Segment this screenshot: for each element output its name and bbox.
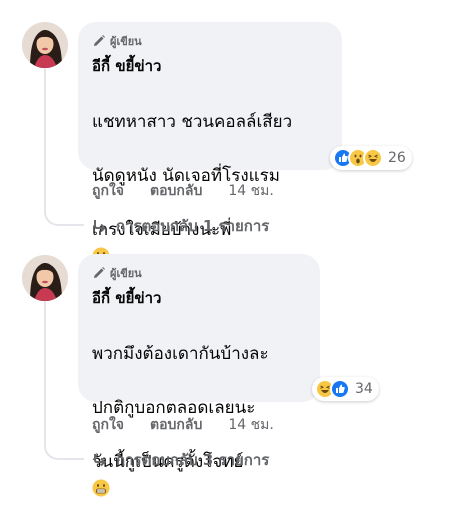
comment-line: พวกมึงต้องเดากันบ้างละ xyxy=(92,344,269,364)
reply-arrow-icon xyxy=(94,220,106,233)
like-button[interactable]: ถูกใจ xyxy=(92,180,124,202)
avatar[interactable] xyxy=(22,255,68,301)
comment-bubble: ผู้เขียน อีกี้ ขยี้ข่าว พวกมึงต้องเดากัน… xyxy=(78,254,320,497)
thread-curve xyxy=(44,206,84,226)
author-badge-label: ผู้เขียน xyxy=(110,267,142,280)
replies-label: การตอบกลับ 1 รายการ xyxy=(116,217,270,235)
reaction-summary[interactable]: 34 xyxy=(312,377,379,401)
like-button[interactable]: ถูกใจ xyxy=(92,414,124,436)
haha-reaction-icon xyxy=(363,148,383,168)
author-badge-label: ผู้เขียน xyxy=(110,35,142,48)
reply-button[interactable]: ตอบกลับ xyxy=(150,180,202,202)
pencil-icon xyxy=(94,267,105,278)
timestamp[interactable]: 14 ชม. xyxy=(228,180,273,202)
reply-button[interactable]: ตอบกลับ xyxy=(150,414,202,436)
thread-line xyxy=(44,68,46,214)
reaction-count: 26 xyxy=(388,150,406,166)
reaction-count: 34 xyxy=(355,381,373,397)
view-replies-link[interactable]: การตอบกลับ 3 รายการ xyxy=(92,448,269,472)
thread-curve xyxy=(44,440,84,460)
author-name[interactable]: อีกี้ ขยี้ข่าว xyxy=(92,286,306,310)
reaction-summary[interactable]: 26 xyxy=(330,146,412,170)
view-replies-link[interactable]: การตอบกลับ 1 รายการ xyxy=(92,214,269,238)
avatar[interactable] xyxy=(22,22,68,68)
comment-line: แชทหาสาว ชวนคอลล์เสียว xyxy=(92,112,293,132)
comment-actions: ถูกใจ ตอบกลับ 14 ชม. xyxy=(92,414,274,436)
author-badge: ผู้เขียน xyxy=(92,32,328,50)
author-badge: ผู้เขียน xyxy=(92,264,306,282)
pencil-icon xyxy=(94,35,105,46)
comment-actions: ถูกใจ ตอบกลับ 14 ชม. xyxy=(92,180,274,202)
comment-bubble: ผู้เขียน อีกี้ ขยี้ข่าว แชทหาสาว ชวนคอลล… xyxy=(78,22,342,265)
replies-label: การตอบกลับ 3 รายการ xyxy=(116,451,270,469)
reply-arrow-icon xyxy=(94,454,106,467)
author-name[interactable]: อีกี้ ขยี้ข่าว xyxy=(92,54,328,78)
thread-line xyxy=(44,301,46,447)
grimacing-face-icon xyxy=(92,479,110,497)
timestamp[interactable]: 14 ชม. xyxy=(228,414,273,436)
like-reaction-icon xyxy=(330,379,350,399)
